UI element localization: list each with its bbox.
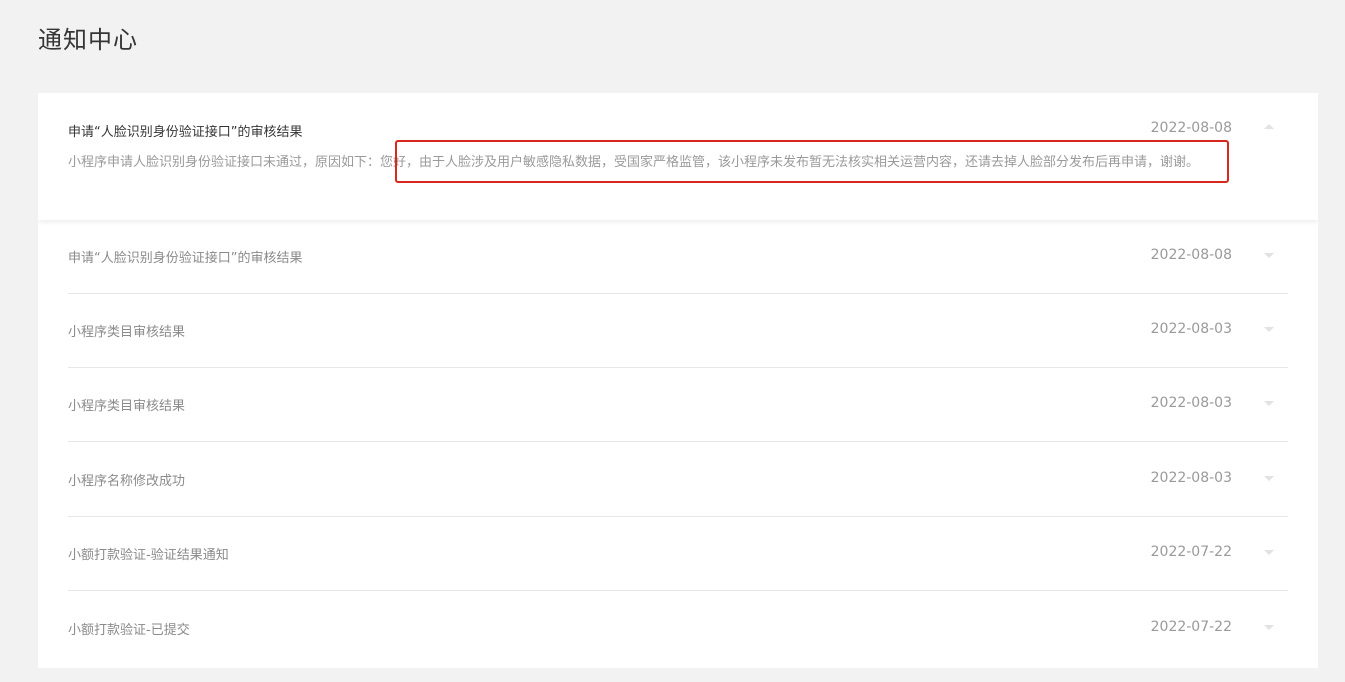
notification-title: 小程序类目审核结果 — [68, 325, 186, 340]
notification-date: 2022-07-22 — [1150, 544, 1232, 560]
caret-down-icon[interactable] — [1264, 327, 1274, 332]
notification-item[interactable]: 小程序类目审核结果 2022-08-03 — [68, 368, 1288, 442]
caret-down-icon[interactable] — [1264, 550, 1274, 555]
caret-down-icon[interactable] — [1264, 253, 1274, 258]
caret-down-icon[interactable] — [1264, 401, 1274, 406]
caret-down-icon[interactable] — [1264, 625, 1274, 630]
notification-item[interactable]: 申请“人脸识别身份验证接口”的审核结果 2022-08-08 — [68, 220, 1288, 294]
notification-title: 申请“人脸识别身份验证接口”的审核结果 — [68, 251, 303, 266]
notification-item[interactable]: 小额打款验证-验证结果通知 2022-07-22 — [68, 517, 1288, 591]
notification-date: 2022-07-22 — [1150, 619, 1232, 635]
notification-item[interactable]: 小额打款验证-已提交 2022-07-22 — [68, 592, 1288, 666]
notification-list: 申请“人脸识别身份验证接口”的审核结果 2022-08-08 小程序申请人脸识别… — [38, 93, 1318, 668]
notification-title: 小程序名称修改成功 — [68, 474, 186, 489]
notification-date: 2022-08-08 — [1150, 247, 1232, 263]
notification-title: 小额打款验证-已提交 — [68, 623, 190, 638]
notification-body: 小程序申请人脸识别身份验证接口未通过，原因如下：您好，由于人脸涉及用户敏感隐私数… — [68, 155, 1200, 170]
notification-date: 2022-08-08 — [1150, 120, 1232, 136]
notification-item[interactable]: 小程序名称修改成功 2022-08-03 — [68, 443, 1288, 517]
caret-down-icon[interactable] — [1264, 476, 1274, 481]
notification-date: 2022-08-03 — [1150, 321, 1232, 337]
caret-up-icon[interactable] — [1264, 124, 1274, 129]
page-title: 通知中心 — [38, 26, 138, 54]
notification-title: 小程序类目审核结果 — [68, 399, 186, 414]
notification-item-expanded[interactable]: 申请“人脸识别身份验证接口”的审核结果 2022-08-08 小程序申请人脸识别… — [38, 93, 1318, 220]
notification-date: 2022-08-03 — [1150, 395, 1232, 411]
notification-title: 申请“人脸识别身份验证接口”的审核结果 — [68, 125, 303, 140]
notification-date: 2022-08-03 — [1150, 470, 1232, 486]
notification-item[interactable]: 小程序类目审核结果 2022-08-03 — [68, 294, 1288, 368]
notification-title: 小额打款验证-验证结果通知 — [68, 548, 229, 563]
